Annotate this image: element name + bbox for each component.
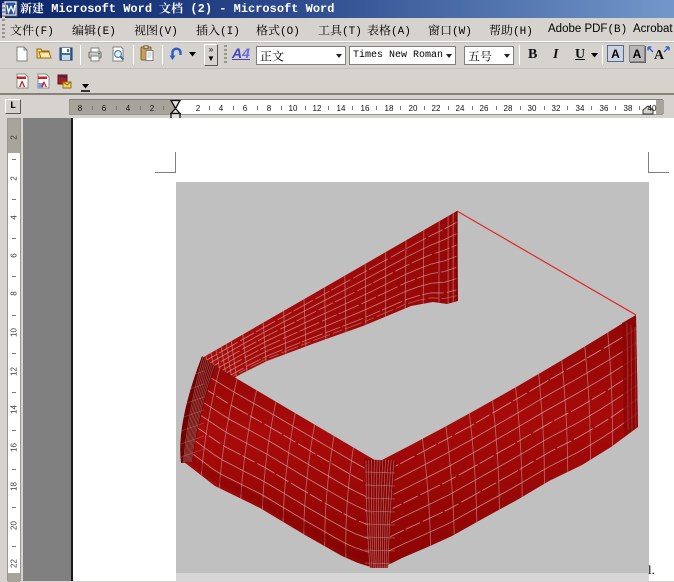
svg-text:A: A	[654, 48, 665, 62]
